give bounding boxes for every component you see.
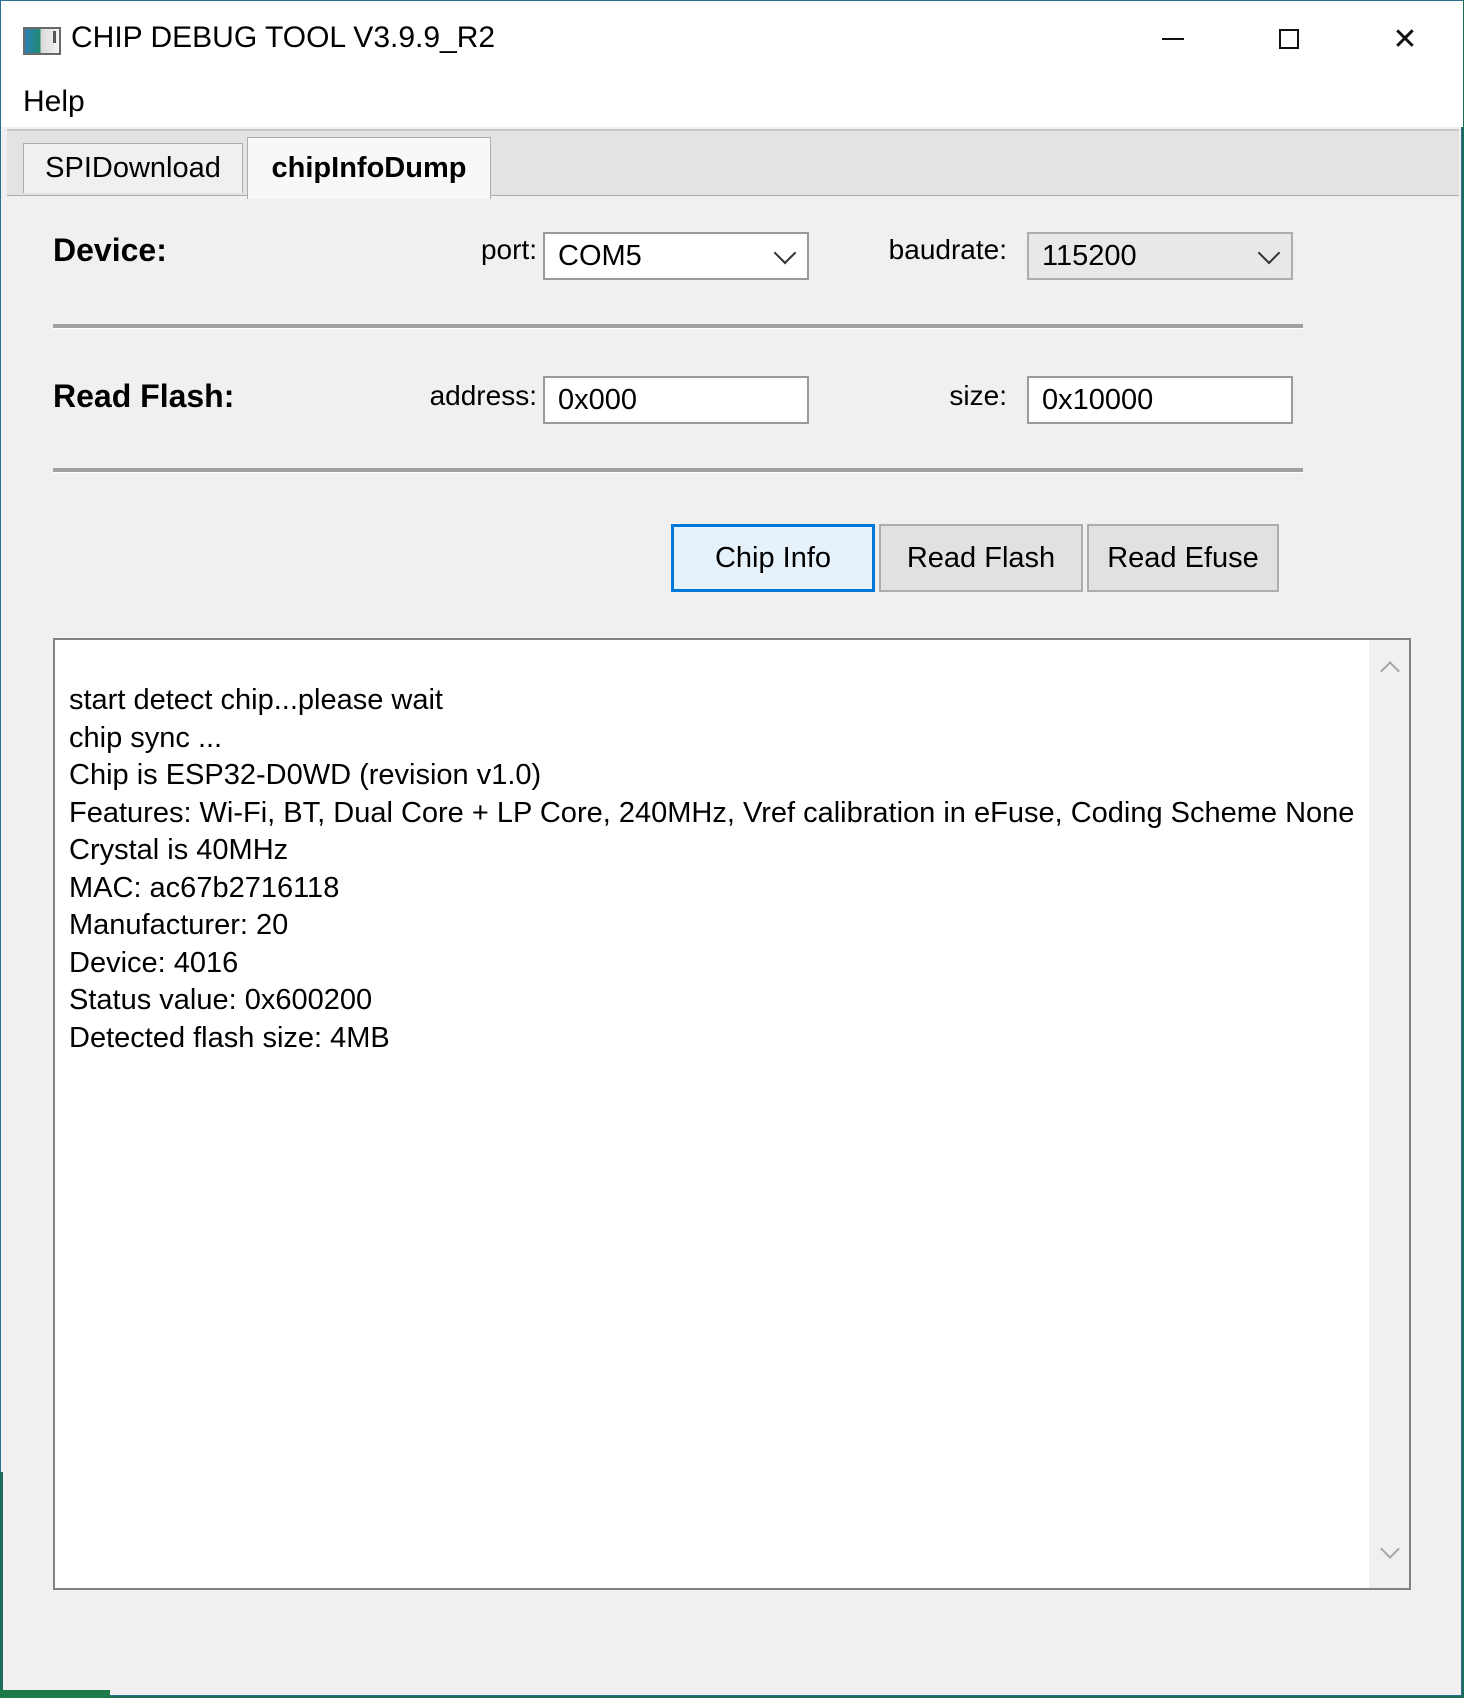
size-label: size: (949, 380, 1007, 411)
app-window: CHIP DEBUG TOOL V3.9.9_R2 ✕ Help SPIDown… (0, 0, 1463, 1696)
scroll-down-icon[interactable] (1380, 1539, 1400, 1559)
baudrate-label: baudrate: (888, 234, 1007, 265)
desktop-edge (0, 1472, 3, 1698)
log-scrollbar[interactable] (1369, 640, 1409, 1588)
minimize-button[interactable] (1115, 1, 1231, 77)
tab-strip: SPIDownload chipInfoDump (7, 129, 1459, 199)
address-label: address: (429, 380, 537, 411)
port-select[interactable]: COM5 (543, 232, 809, 280)
log-line: Detected flash size: 4MB (69, 1021, 390, 1054)
log-line: Crystal is 40MHz (69, 834, 289, 866)
app-icon (23, 27, 61, 55)
tab-spidownload[interactable]: SPIDownload (23, 143, 243, 193)
divider (53, 468, 1303, 473)
log-line: Device: 4016 (69, 946, 239, 979)
device-section-label: Device: (53, 232, 167, 268)
taskbar-edge (0, 1690, 110, 1698)
scroll-up-icon[interactable] (1380, 661, 1400, 681)
baudrate-select[interactable]: 115200 (1027, 232, 1293, 280)
log-line: Status value: 0x600200 (69, 984, 373, 1016)
log-line: MAC: ac67b2716118 (69, 871, 340, 904)
port-label: port: (480, 234, 537, 265)
close-icon: ✕ (1392, 21, 1418, 57)
log-line: Features: Wi-Fi, BT, Dual Core + LP Core… (69, 796, 1355, 829)
maximize-icon (1279, 29, 1299, 49)
read-flash-section-label: Read Flash: (53, 378, 235, 414)
close-button[interactable]: ✕ (1347, 1, 1463, 77)
port-value: COM5 (558, 239, 642, 272)
divider (53, 324, 1303, 329)
address-field[interactable]: 0x000 (543, 376, 809, 424)
menu-bar: Help (1, 77, 1463, 127)
chip-info-button[interactable]: Chip Info (671, 524, 875, 592)
maximize-button[interactable] (1231, 1, 1347, 77)
log-output[interactable]: start detect chip...please wait chip syn… (53, 638, 1411, 1590)
chipinfodump-panel: Device: port: COM5 baudrate: 115200 Read… (7, 195, 1459, 1692)
baudrate-value: 115200 (1042, 239, 1137, 272)
log-line: start detect chip...please wait (69, 684, 443, 716)
read-efuse-button[interactable]: Read Efuse (1087, 524, 1279, 592)
log-lines: start detect chip...please wait chip syn… (69, 682, 1354, 1057)
log-line: Chip is ESP32-D0WD (revision v1.0) (69, 759, 542, 791)
address-value: 0x000 (558, 383, 638, 416)
chevron-down-icon (1257, 241, 1281, 265)
tab-chipinfodump[interactable]: chipInfoDump (247, 137, 491, 199)
chevron-down-icon (773, 241, 797, 265)
title-bar[interactable]: CHIP DEBUG TOOL V3.9.9_R2 ✕ (1, 1, 1463, 77)
read-flash-button[interactable]: Read Flash (879, 524, 1083, 592)
size-field[interactable]: 0x10000 (1027, 376, 1293, 424)
menu-item-help[interactable]: Help (23, 85, 85, 119)
size-value: 0x10000 (1042, 383, 1154, 416)
log-line: Manufacturer: 20 (69, 909, 289, 941)
log-line: chip sync ... (69, 721, 223, 754)
window-title: CHIP DEBUG TOOL V3.9.9_R2 (71, 21, 496, 54)
minimize-icon (1162, 38, 1184, 40)
